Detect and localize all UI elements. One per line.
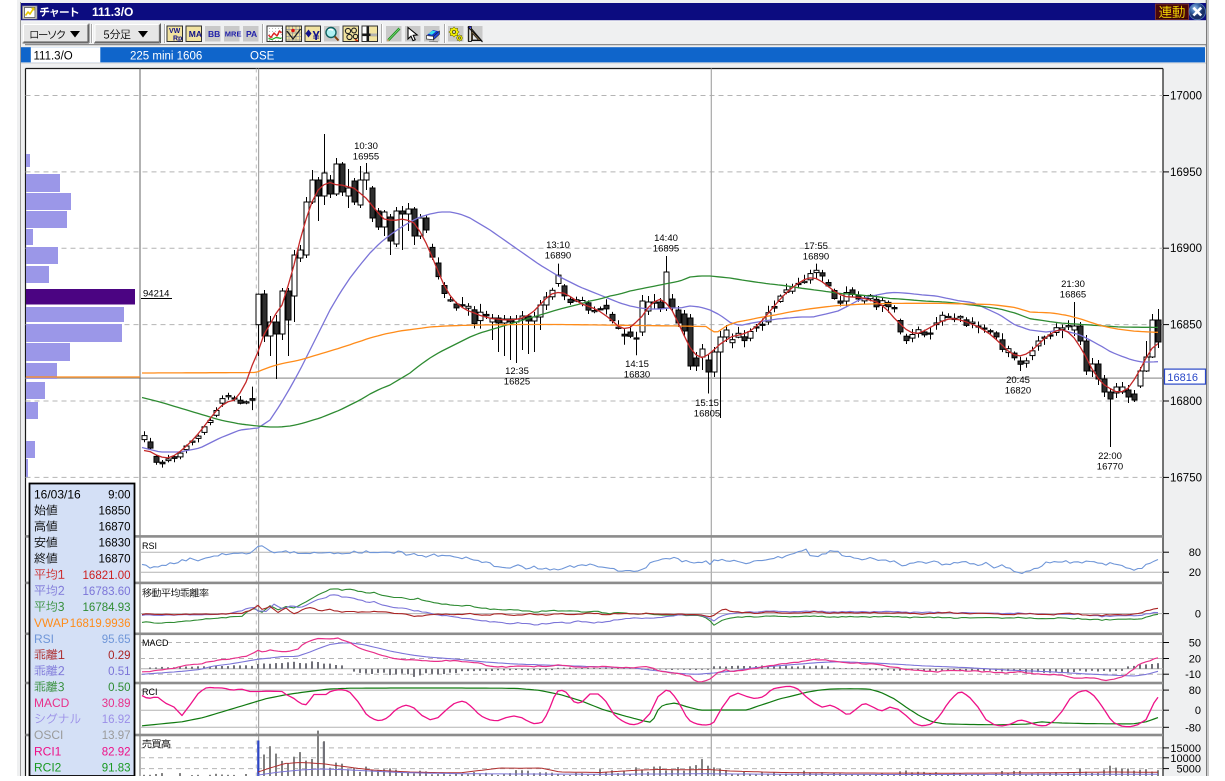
svg-text:82.92: 82.92 [102, 746, 131, 758]
svg-text:16800: 16800 [1170, 396, 1202, 408]
svg-text:RCI: RCI [142, 687, 158, 697]
svg-text:0.50: 0.50 [108, 682, 130, 694]
svg-text:13:10: 13:10 [546, 240, 570, 251]
svg-text:16890: 16890 [545, 251, 571, 262]
svg-text:20: 20 [1189, 567, 1201, 579]
svg-text:MACD: MACD [34, 696, 70, 710]
svg-text:15:15: 15:15 [695, 398, 719, 409]
svg-text:VWAP: VWAP [34, 616, 69, 630]
svg-text:16805: 16805 [694, 409, 720, 420]
svg-text:RSI: RSI [34, 632, 54, 646]
svg-text:20: 20 [1189, 654, 1201, 666]
svg-text:PA: PA [246, 29, 257, 39]
svg-text:17000: 17000 [1170, 91, 1202, 103]
svg-text:225 mini 1606: 225 mini 1606 [130, 51, 202, 63]
svg-text:0: 0 [1195, 609, 1201, 621]
svg-text:16890: 16890 [803, 252, 829, 263]
svg-text:RCI2: RCI2 [34, 760, 62, 774]
svg-text:16850: 16850 [99, 506, 131, 518]
svg-text:5000: 5000 [1177, 764, 1201, 776]
svg-text:14:40: 14:40 [654, 233, 678, 244]
svg-text:95.65: 95.65 [102, 634, 131, 646]
svg-text:20:45: 20:45 [1006, 375, 1030, 386]
svg-text:9:00: 9:00 [108, 490, 130, 502]
svg-text:16850: 16850 [1170, 320, 1202, 332]
svg-text:16825: 16825 [504, 377, 530, 388]
svg-text:13.97: 13.97 [102, 730, 131, 742]
svg-text:MA: MA [189, 29, 202, 39]
svg-text:16816: 16816 [1167, 372, 1198, 384]
svg-text:111.3/O: 111.3/O [92, 5, 133, 19]
svg-text:30.89: 30.89 [102, 698, 131, 710]
svg-text:16784.93: 16784.93 [83, 602, 131, 614]
svg-text:16820: 16820 [1005, 386, 1031, 397]
svg-text:16819.9936: 16819.9936 [70, 618, 131, 630]
svg-text:16900: 16900 [1170, 243, 1202, 255]
svg-text:14:15: 14:15 [625, 359, 649, 370]
svg-text:OSE: OSE [250, 51, 275, 63]
svg-text:16821.00: 16821.00 [83, 570, 131, 582]
svg-text:RCI1: RCI1 [34, 744, 62, 758]
svg-text:12:35: 12:35 [505, 366, 529, 377]
svg-text:91.83: 91.83 [102, 762, 131, 774]
svg-text:VW: VW [169, 28, 181, 35]
svg-text:17:55: 17:55 [804, 241, 828, 252]
svg-text:OSCI: OSCI [34, 728, 63, 742]
svg-text:16870: 16870 [99, 554, 131, 566]
svg-text:111.3/O: 111.3/O [34, 51, 73, 63]
svg-text:16783.60: 16783.60 [83, 586, 131, 598]
svg-text:16895: 16895 [653, 244, 679, 255]
svg-text:16870: 16870 [99, 522, 131, 534]
svg-text:0.51: 0.51 [108, 666, 130, 678]
svg-text:21:30: 21:30 [1061, 279, 1085, 290]
svg-text:16830: 16830 [624, 370, 650, 381]
svg-text:0: 0 [1195, 705, 1201, 717]
svg-text:22:00: 22:00 [1098, 451, 1122, 462]
svg-text:16950: 16950 [1170, 167, 1202, 179]
svg-text:Rp: Rp [173, 36, 182, 43]
svg-text:16.92: 16.92 [102, 714, 131, 726]
svg-text:0.29: 0.29 [108, 650, 130, 662]
svg-text:16865: 16865 [1060, 290, 1086, 301]
svg-text:16750: 16750 [1170, 472, 1202, 484]
svg-text:¥: ¥ [313, 28, 321, 43]
svg-text:BB: BB [208, 29, 220, 39]
svg-text:94214: 94214 [143, 289, 169, 300]
svg-text:16/03/16: 16/03/16 [34, 488, 81, 502]
svg-text:-10: -10 [1185, 669, 1201, 681]
svg-text:16830: 16830 [99, 538, 131, 550]
svg-text:16955: 16955 [353, 152, 379, 163]
svg-text:10:30: 10:30 [354, 141, 378, 152]
svg-text:MACD: MACD [142, 638, 169, 648]
svg-text:MRE: MRE [225, 30, 242, 39]
svg-text:RSI: RSI [142, 541, 157, 551]
svg-text:80: 80 [1189, 547, 1201, 559]
svg-text:16770: 16770 [1097, 462, 1123, 473]
svg-text:50: 50 [1189, 638, 1201, 650]
svg-text:-80: -80 [1185, 722, 1201, 734]
svg-text:80: 80 [1189, 685, 1201, 697]
